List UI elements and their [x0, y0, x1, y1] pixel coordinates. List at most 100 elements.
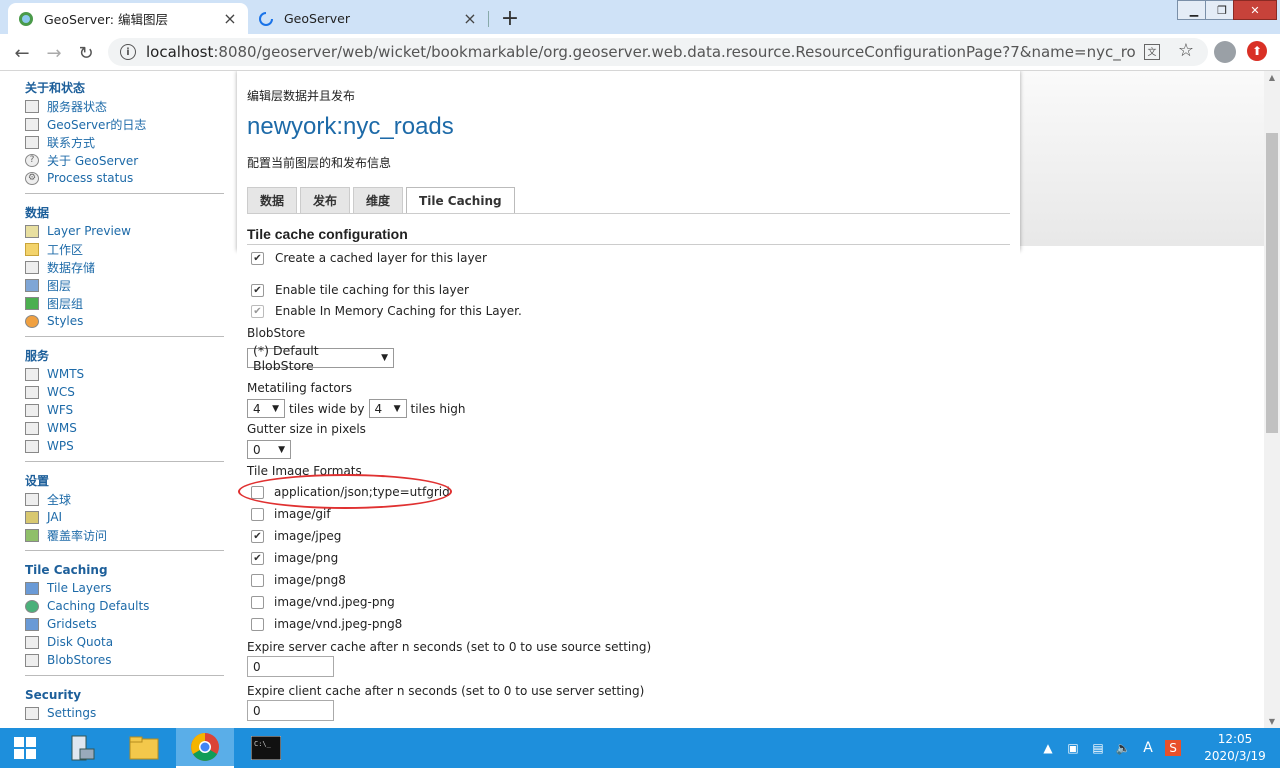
- info-icon[interactable]: i: [120, 44, 136, 60]
- sidebar-item-about[interactable]: ? 关于 GeoServer: [25, 151, 224, 169]
- sogou-ime-icon[interactable]: S: [1165, 740, 1181, 756]
- tab-geoserver[interactable]: GeoServer ×: [248, 3, 489, 34]
- enable-memory-caching-checkbox[interactable]: ✔: [251, 304, 264, 318]
- create-cached-layer-row: ✔ Create a cached layer for this layer: [251, 251, 487, 265]
- sidebar-item-logs[interactable]: GeoServer的日志: [25, 115, 224, 133]
- create-cached-layer-label: Create a cached layer for this layer: [275, 251, 487, 265]
- chrome-icon[interactable]: [176, 728, 234, 768]
- server-manager-icon[interactable]: [52, 728, 110, 768]
- expire-client-input[interactable]: 0: [247, 700, 334, 721]
- sidebar-item-wfs[interactable]: WFS: [25, 401, 224, 419]
- enable-tile-caching-checkbox[interactable]: ✔: [251, 283, 264, 297]
- metatile-wide-select[interactable]: 4 ▼: [247, 399, 285, 418]
- back-arrow-icon[interactable]: ←: [9, 40, 35, 66]
- tab-title: GeoServer: [284, 11, 351, 26]
- service-icon: [25, 385, 39, 399]
- enable-tile-caching-row: ✔ Enable tile caching for this layer: [251, 283, 469, 297]
- database-icon: [25, 653, 39, 667]
- grid-icon: [25, 581, 39, 595]
- system-tray: ▲ ▣ ▤ 🔈 A S: [1040, 728, 1190, 768]
- sidebar-item-caching-defaults[interactable]: Caching Defaults: [25, 597, 224, 615]
- sidebar-item-global[interactable]: 全球: [25, 490, 224, 508]
- ime-icon[interactable]: A: [1140, 740, 1156, 756]
- format-checkbox[interactable]: [251, 617, 264, 631]
- format-checkbox[interactable]: ✔: [251, 551, 264, 565]
- gutter-select[interactable]: 0 ▼: [247, 440, 291, 459]
- format-checkbox[interactable]: ✔: [251, 529, 264, 543]
- close-tab-icon[interactable]: ×: [462, 9, 478, 28]
- scroll-thumb[interactable]: [1266, 133, 1278, 433]
- sidebar-item-wmts[interactable]: WMTS: [25, 365, 224, 383]
- format-checkbox[interactable]: [251, 595, 264, 609]
- network-icon[interactable]: ▤: [1090, 740, 1106, 756]
- scroll-up-icon[interactable]: ▲: [1267, 73, 1277, 82]
- format-label: image/jpeg: [274, 529, 342, 543]
- scroll-down-icon[interactable]: ▼: [1267, 717, 1277, 726]
- sidebar-item-disk-quota[interactable]: Disk Quota: [25, 633, 224, 651]
- sidebar-item-tile-layers[interactable]: Tile Layers: [25, 579, 224, 597]
- sidebar-item-workspaces[interactable]: 工作区: [25, 240, 224, 258]
- layer-icon: [25, 278, 39, 292]
- blobstore-select[interactable]: (*) Default BlobStore ▼: [247, 343, 394, 373]
- show-hidden-icons-icon[interactable]: ▲: [1040, 740, 1056, 756]
- sidebar-item-security-settings[interactable]: Settings: [25, 704, 224, 722]
- sidebar-item-stores[interactable]: 数据存储: [25, 258, 224, 276]
- close-window-button[interactable]: ✕: [1233, 0, 1277, 20]
- tab-dimensions[interactable]: 维度: [353, 187, 404, 213]
- command-prompt-icon[interactable]: C:\_: [237, 728, 295, 768]
- expire-server-input[interactable]: 0: [247, 656, 334, 677]
- sidebar-item-process-status[interactable]: ⚙ Process status: [25, 169, 224, 187]
- extension-icon[interactable]: ⬆: [1247, 41, 1267, 61]
- nav-label: BlobStores: [47, 653, 112, 667]
- sidebar-item-contact[interactable]: 联系方式: [25, 133, 224, 151]
- service-icon: [25, 403, 39, 417]
- sidebar-item-jai[interactable]: JAI: [25, 508, 224, 526]
- windows-start-icon[interactable]: [0, 728, 50, 768]
- format-checkbox[interactable]: [251, 573, 264, 587]
- dropdown-arrow-icon: ▼: [272, 403, 279, 414]
- gutter-value: 0: [253, 442, 261, 457]
- sidebar-item-blobstores[interactable]: BlobStores: [25, 651, 224, 669]
- translate-icon[interactable]: 文: [1144, 44, 1160, 60]
- reload-icon[interactable]: ↻: [73, 40, 99, 66]
- tab-publishing[interactable]: 发布: [300, 187, 351, 213]
- system-clock[interactable]: 12:05 2020/3/19: [1198, 731, 1272, 765]
- sidebar-item-server-status[interactable]: 服务器状态: [25, 97, 224, 115]
- folder-icon: [25, 242, 39, 256]
- database-icon: [25, 260, 39, 274]
- volume-icon[interactable]: 🔈: [1115, 740, 1131, 756]
- sidebar-item-layer-preview[interactable]: Layer Preview: [25, 222, 224, 240]
- sidebar-item-wps[interactable]: WPS: [25, 437, 224, 455]
- file-explorer-icon[interactable]: [115, 728, 173, 768]
- sidebar-item-layer-groups[interactable]: 图层组: [25, 294, 224, 312]
- sidebar-item-gridsets[interactable]: Gridsets: [25, 615, 224, 633]
- sidebar-item-wms[interactable]: WMS: [25, 419, 224, 437]
- tray-app-icon[interactable]: ▣: [1065, 740, 1081, 756]
- sidebar-item-wcs[interactable]: WCS: [25, 383, 224, 401]
- dropdown-arrow-icon: ▼: [381, 353, 388, 363]
- dropdown-arrow-icon: ▼: [278, 444, 285, 455]
- address-bar[interactable]: i localhost:8080/geoserver/web/wicket/bo…: [108, 38, 1208, 66]
- sidebar-item-styles[interactable]: Styles: [25, 312, 224, 330]
- create-cached-layer-checkbox[interactable]: ✔: [251, 251, 264, 265]
- nav-section-data: 数据 Layer Preview 工作区 数据存储 图层 图层组 Styles: [25, 204, 224, 337]
- format-row: image/vnd.jpeg-png8: [251, 617, 402, 631]
- nav-section-status: 关于和状态 服务器状态 GeoServer的日志 联系方式 ? 关于 GeoSer…: [25, 79, 224, 194]
- bookmark-star-icon[interactable]: ☆: [1178, 40, 1194, 61]
- tab-tile-caching[interactable]: Tile Caching: [406, 187, 515, 214]
- tab-geoserver-edit-layer[interactable]: GeoServer: 编辑图层 ×: [8, 3, 248, 34]
- sidebar-item-layers[interactable]: 图层: [25, 276, 224, 294]
- tab-data[interactable]: 数据: [247, 187, 298, 213]
- new-tab-button[interactable]: +: [498, 6, 522, 31]
- page-scrollbar[interactable]: ▲ ▼: [1264, 71, 1280, 728]
- url-text[interactable]: localhost:8080/geoserver/web/wicket/book…: [146, 43, 1136, 61]
- format-checkbox[interactable]: [251, 507, 264, 521]
- metatile-high-select[interactable]: 4 ▼: [368, 399, 407, 418]
- close-tab-icon[interactable]: ×: [222, 9, 238, 28]
- nav-label: Caching Defaults: [47, 599, 150, 613]
- service-icon: [25, 367, 39, 381]
- forward-arrow-icon[interactable]: →: [41, 40, 67, 66]
- grid-icon: [25, 617, 39, 631]
- profile-avatar-icon[interactable]: [1214, 41, 1236, 63]
- sidebar-item-coverage-access[interactable]: 覆盖率访问: [25, 526, 224, 544]
